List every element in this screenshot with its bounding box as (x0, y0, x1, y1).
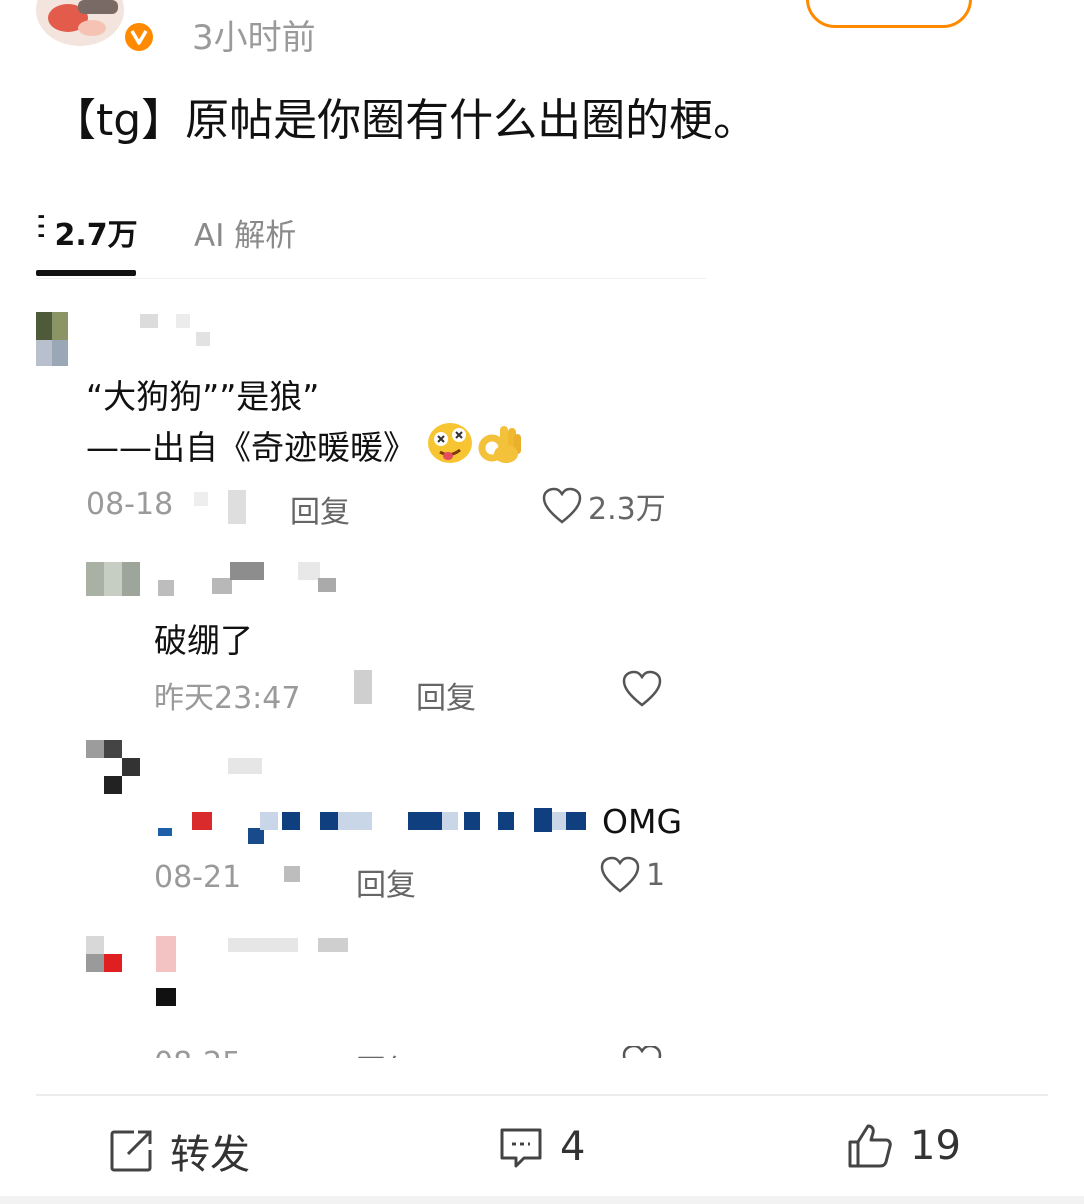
ok-hand-emoji-icon (476, 420, 524, 470)
active-tab-indicator (36, 270, 136, 276)
comment-text-line2: ——出自《奇迹暖暖》 (86, 428, 416, 467)
action-bar-divider (36, 1094, 1048, 1096)
tab-ai-analysis[interactable]: AI 解析 (194, 210, 296, 255)
post-text: 【tg】原帖是你圈有什么出圈的梗。 (52, 95, 758, 146)
comment-date: 08-18 (86, 487, 174, 522)
like-post-button[interactable]: 19 (846, 1122, 961, 1170)
username-redacted (318, 578, 336, 592)
username-redacted (212, 578, 232, 594)
username-redacted (140, 314, 158, 328)
username-redacted (298, 562, 320, 580)
like-button[interactable]: 1 (600, 856, 665, 894)
dizzy-face-emoji-icon (426, 420, 474, 470)
username-redacted (176, 314, 190, 328)
tabs-divider (36, 278, 706, 279)
username-redacted (196, 332, 210, 346)
location-redacted (284, 866, 300, 882)
like-count: 1 (646, 857, 666, 893)
follow-button[interactable] (806, 0, 972, 28)
repost-label: 转发 (170, 1132, 250, 1178)
username-redacted (156, 936, 176, 972)
post-time: 3小时前 (192, 18, 316, 58)
comment-text-line1: “大狗狗””是狼” (86, 377, 320, 416)
share-icon (110, 1130, 152, 1172)
thumbs-up-icon (848, 1124, 892, 1168)
like-button[interactable]: 2.3万 (542, 484, 666, 528)
location-redacted (228, 490, 246, 524)
location-redacted (354, 670, 372, 704)
username-redacted (228, 758, 262, 774)
repost-button[interactable]: 转发 (108, 1122, 250, 1180)
author-avatar[interactable] (30, 0, 130, 50)
like-button[interactable] (622, 670, 662, 712)
heart-icon (600, 856, 640, 893)
reply-button[interactable]: 回复 (356, 860, 416, 904)
tab-comments[interactable]: ☰ 2.7万 (36, 210, 138, 254)
verified-badge-icon (122, 20, 156, 54)
reply-text-redacted (156, 988, 176, 1006)
tab-comments-count: 2.7万 (54, 218, 138, 253)
reply-button[interactable]: 回复 (290, 487, 350, 531)
comment-count: 4 (560, 1124, 586, 1170)
username-redacted (158, 580, 174, 596)
heart-icon (622, 1046, 662, 1058)
bottom-edge (0, 1196, 1084, 1204)
heart-icon (622, 670, 662, 707)
reply-button[interactable]: 回复 (356, 1046, 416, 1058)
reply-date: 昨天23:47 (154, 681, 301, 716)
reply-date: 08-25 (154, 1046, 241, 1058)
reply-text-redacted (154, 808, 594, 848)
reply-button[interactable]: 回复 (416, 673, 476, 717)
comment-button[interactable]: 4 (498, 1124, 585, 1170)
like-count: 2.3万 (588, 492, 666, 527)
username-redacted (318, 938, 348, 952)
commenter-avatar[interactable] (36, 312, 68, 366)
location-redacted (194, 492, 208, 506)
replier-avatar[interactable] (86, 562, 140, 596)
username-redacted (228, 938, 298, 952)
reply-text: 破绷了 (154, 621, 253, 660)
replier-avatar[interactable] (86, 936, 122, 972)
username-redacted (230, 562, 264, 580)
heart-icon (542, 487, 582, 524)
replier-avatar[interactable] (86, 740, 140, 794)
comment-icon (500, 1128, 542, 1168)
reply-text-suffix: OMG (602, 802, 683, 841)
like-button[interactable] (622, 1046, 662, 1058)
reply-date: 08-21 (154, 860, 242, 895)
like-count: 19 (910, 1123, 961, 1169)
